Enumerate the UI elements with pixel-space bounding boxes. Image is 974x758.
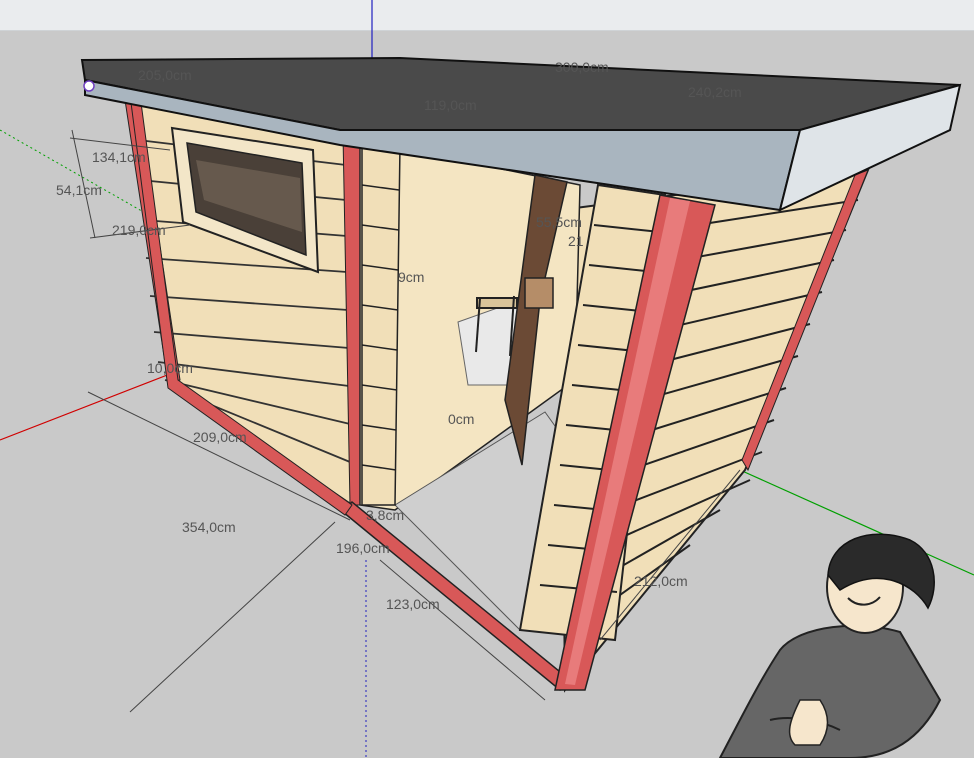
dim-window-height: 54,1cm — [56, 182, 102, 198]
dim-plank: 3,8cm — [366, 507, 404, 523]
dim-total-length: 354,0cm — [182, 519, 236, 535]
figure-body — [718, 624, 942, 758]
dim-door-width: 123,0cm — [386, 596, 440, 612]
red-axis — [0, 371, 176, 441]
door-jamb-left — [361, 144, 401, 506]
dim-roof-side: 240,2cm — [688, 84, 742, 100]
dim-right-height: 212,0cm — [634, 573, 688, 589]
sauna-stove — [524, 277, 554, 309]
scale-figure — [718, 533, 942, 758]
dim-inner-b: 21 — [568, 233, 584, 249]
dim-side-depth: 209,0cm — [193, 429, 247, 445]
dim-roof-left: 205,0cm — [138, 67, 192, 83]
dim-inner-d: 0cm — [448, 411, 474, 427]
dim-front-width: 196,0cm — [336, 540, 390, 556]
dim-inner-a: 55,5cm — [536, 214, 582, 230]
dim-inner-c: 9cm — [398, 269, 424, 285]
dim-wall-height: 219,0cm — [112, 222, 166, 238]
modeling-viewport[interactable]: 205,0cm 300,0cm 119,0cm 240,2cm 134,1cm … — [0, 0, 974, 758]
dim-roof-right: 300,0cm — [555, 59, 609, 75]
dim-roof-front: 119,0cm — [424, 97, 477, 113]
dim-window-top: 134,1cm — [92, 149, 146, 165]
origin-marker-icon — [83, 80, 95, 92]
sauna-3d-model[interactable]: 205,0cm 300,0cm 119,0cm 240,2cm 134,1cm … — [0, 0, 974, 758]
dim-base: 10,0cm — [147, 360, 193, 376]
